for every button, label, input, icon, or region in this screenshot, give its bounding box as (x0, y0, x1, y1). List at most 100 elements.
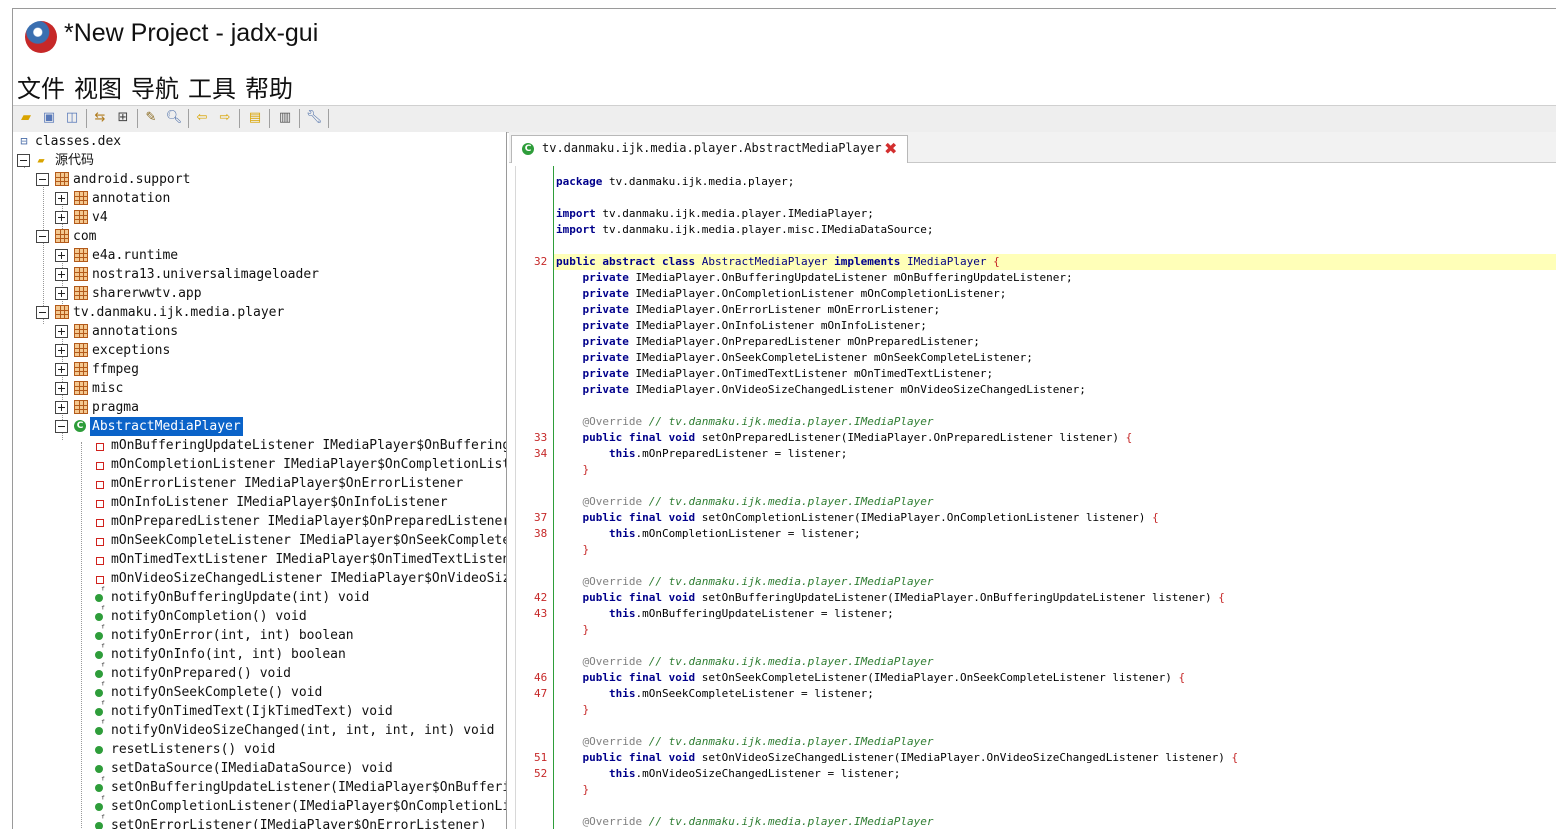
expand-icon[interactable] (55, 382, 68, 395)
member-label: mOnSeekCompleteListener IMediaPlayer$OnS… (111, 533, 506, 548)
member-label: setOnBufferingUpdateListener(IMediaPlaye… (111, 780, 507, 795)
tree-source-label: 源代码 (55, 153, 95, 168)
code-line: import tv.danmaku.ijk.media.player.misc.… (556, 223, 934, 236)
final-method-icon (95, 794, 106, 811)
expand-icon[interactable] (55, 287, 68, 300)
final-method-icon (95, 604, 106, 621)
tree-root-label: classes.dex (35, 134, 122, 149)
code-line: @Override // tv.danmaku.ijk.media.player… (582, 575, 934, 588)
menu-bar: 文件 视图 导航 工具 帮助 (13, 67, 1556, 103)
expand-icon[interactable] (55, 363, 68, 376)
expand-icon[interactable] (55, 211, 68, 224)
window-title: *New Project - jadx-gui (64, 19, 319, 47)
code-line: private IMediaPlayer.OnBufferingUpdateLi… (582, 271, 1073, 284)
sync-icon[interactable]: ⇆ (91, 109, 109, 127)
menu-view[interactable]: 视图 (74, 69, 122, 104)
jadx-window: *New Project - jadx-gui 文件 视图 导航 工具 帮助 ▰… (12, 8, 1556, 829)
open-icon[interactable]: ▰ (17, 109, 35, 127)
line-number: 47 (534, 687, 548, 700)
package-label: v4 (92, 210, 108, 225)
package-icon (74, 343, 88, 357)
member-label: notifyOnBufferingUpdate(int) void (111, 590, 370, 605)
collapse-icon[interactable] (36, 173, 49, 186)
package-label: exceptions (92, 343, 171, 358)
package-label: sharerwwtv.app (92, 286, 202, 301)
line-number: 51 (534, 751, 548, 764)
forward-icon[interactable]: ⇨ (216, 109, 234, 127)
export-icon[interactable]: ◫ (63, 109, 81, 127)
member-label: setDataSource(IMediaDataSource) void (111, 761, 393, 776)
package-label: misc (92, 381, 124, 396)
code-line: private IMediaPlayer.OnVideoSizeChangedL… (582, 383, 1086, 396)
package-icon (74, 248, 88, 262)
code-line: package tv.danmaku.ijk.media.player; (556, 175, 795, 188)
menu-tools[interactable]: 工具 (188, 69, 236, 104)
tab-bar: C tv.danmaku.ijk.media.player.AbstractMe… (509, 132, 1556, 163)
code-line: this.mOnPreparedListener = listener; (608, 447, 848, 460)
field-icon (96, 519, 104, 527)
code-line: private IMediaPlayer.OnPreparedListener … (582, 335, 980, 348)
final-method-icon (95, 661, 106, 678)
expand-icon[interactable] (55, 344, 68, 357)
line-number: 34 (534, 447, 548, 460)
tab-abstract-media-player[interactable]: C tv.danmaku.ijk.media.player.AbstractMe… (511, 135, 908, 163)
package-icon (55, 229, 69, 243)
collapse-icon[interactable] (17, 154, 30, 167)
deobfuscation-icon[interactable]: ▤ (246, 109, 264, 127)
log-icon[interactable]: ▥ (276, 109, 294, 127)
text-search-icon[interactable]: ✎ (142, 109, 160, 127)
method-icon (95, 746, 103, 754)
package-label: annotation (92, 191, 171, 206)
expand-icon[interactable] (55, 268, 68, 281)
preferences-icon[interactable]: 🔧︎ (305, 109, 323, 127)
package-label: com (73, 229, 97, 244)
member-label: mOnTimedTextListener IMediaPlayer$OnTime… (111, 552, 507, 567)
code-line: @Override // tv.danmaku.ijk.media.player… (582, 655, 934, 668)
code-line: } (582, 783, 590, 796)
project-tree[interactable]: ⊟ classes.dex ▰ 源代码 android.support anno… (13, 132, 507, 829)
toolbar-separator (299, 109, 300, 128)
collapse-icon[interactable] (36, 230, 49, 243)
package-label: tv.danmaku.ijk.media.player (73, 305, 285, 320)
code-line: } (582, 543, 590, 556)
member-label: mOnInfoListener IMediaPlayer$OnInfoListe… (111, 495, 448, 510)
package-label: nostra13.universalimageloader (92, 267, 319, 282)
collapse-icon[interactable] (55, 420, 68, 433)
expand-icon[interactable] (55, 325, 68, 338)
expand-icon[interactable] (55, 401, 68, 414)
menu-navigation[interactable]: 导航 (131, 69, 179, 104)
member-label: mOnCompletionListener IMediaPlayer$OnCom… (111, 457, 507, 472)
package-icon (74, 191, 88, 205)
toolbar: ▰ ▣ ◫ ⇆ ⊞ ✎ 🔍︎ ⇦ ⇨ ▤ ▥ 🔧︎ (13, 105, 1556, 133)
code-line: public final void setOnCompletionListene… (582, 511, 1159, 524)
code-line: private IMediaPlayer.OnSeekCompleteListe… (582, 351, 1033, 364)
flatten-icon[interactable]: ⊞ (114, 109, 132, 127)
class-icon: C (74, 420, 86, 432)
package-icon (74, 267, 88, 281)
toolbar-separator (269, 109, 270, 128)
expand-icon[interactable] (55, 192, 68, 205)
save-all-icon[interactable]: ▣ (40, 109, 58, 127)
code-area[interactable]: package tv.danmaku.ijk.media.player; imp… (515, 166, 1556, 829)
line-number: 43 (534, 607, 548, 620)
menu-file[interactable]: 文件 (17, 69, 65, 104)
back-icon[interactable]: ⇦ (193, 109, 211, 127)
expand-icon[interactable] (55, 249, 68, 262)
code-line: import tv.danmaku.ijk.media.player.IMedi… (556, 207, 874, 220)
class-icon: C (522, 143, 534, 155)
member-label: mOnErrorListener IMediaPlayer$OnErrorLis… (111, 476, 464, 491)
toolbar-separator (188, 109, 189, 128)
code-line: public final void setOnPreparedListener(… (582, 431, 1133, 444)
menu-help[interactable]: 帮助 (245, 69, 293, 104)
code-line: @Override // tv.danmaku.ijk.media.player… (582, 415, 934, 428)
field-icon (96, 538, 104, 546)
class-search-icon[interactable]: 🔍︎ (165, 109, 183, 127)
collapse-icon[interactable] (36, 306, 49, 319)
code-line: this.mOnBufferingUpdateListener = listen… (608, 607, 894, 620)
package-icon (74, 362, 88, 376)
line-number: 33 (534, 431, 548, 444)
package-label: pragma (92, 400, 139, 415)
package-label: e4a.runtime (92, 248, 179, 263)
package-icon (74, 381, 88, 395)
close-icon[interactable]: ✖ (884, 139, 897, 158)
